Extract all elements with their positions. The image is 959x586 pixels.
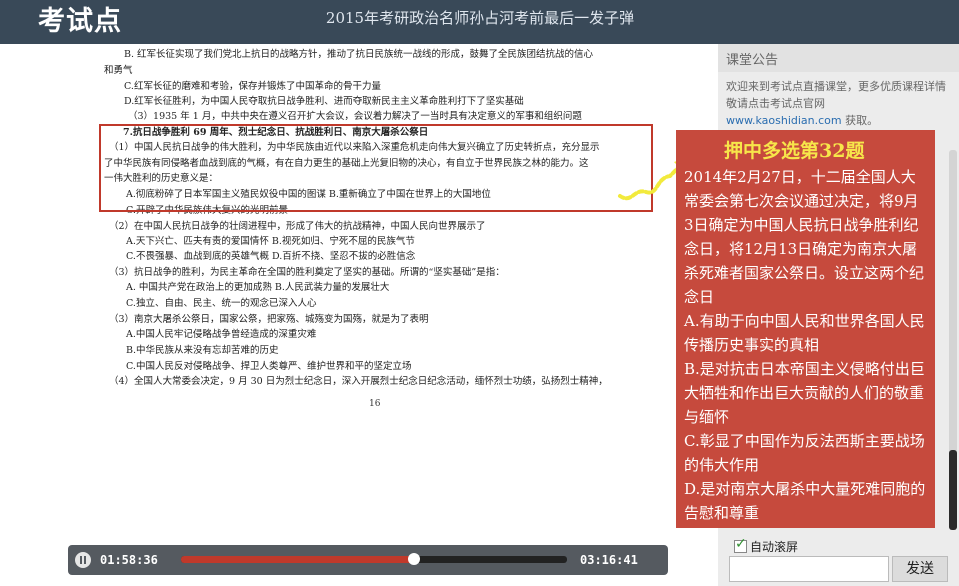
document-line: （4）全国人大常委会决定，9 月 30 日为烈士纪念日，深入开展烈士纪念日纪念活… — [109, 376, 608, 387]
document-line: C.中国人民反对侵略战争、捍卫人类尊严、维护世界和平的坚定立场 — [126, 361, 412, 372]
pause-button[interactable] — [75, 552, 91, 568]
document-line: A. 中国共产党在政治上的更加成熟 B.人民武装力量的发展壮大 — [126, 282, 390, 293]
notice-body: 欢迎来到考试点直播课堂，更多优质课程详情敬请点击考试点官网 — [726, 80, 946, 110]
document-line: （2）在中国人民抗日战争的壮阔进程中，形成了伟大的抗战精神，中国人民向世界展示了 — [109, 221, 486, 232]
callout-option-c: C.彰显了中国作为反法西斯主要战场的伟大作用 — [684, 432, 925, 474]
document-line: （3）1935 年 1 月，中共中央在遵义召开扩大会议，会议着力解决了一当时具有… — [128, 111, 582, 122]
page-title: 2015年考研政治名师孙占河考前最后一发子弹 — [325, 9, 635, 27]
notice-header: 课堂公告 — [718, 44, 959, 72]
logo: 考试点 — [38, 6, 122, 37]
document-line: 和勇气 — [104, 65, 133, 76]
progress-knob[interactable] — [407, 553, 420, 565]
notice-title: 课堂公告 — [726, 53, 779, 68]
document-line: B. 红军长征实现了我们党北上抗日的战略方针，推动了抗日民族统一战线的形成，鼓舞… — [124, 49, 594, 60]
notice-suffix: 获取。 — [841, 114, 879, 127]
document-line: A.中国人民牢记侵略战争曾经造成的深重灾难 — [126, 329, 317, 340]
callout-option-d: D.是对南京大屠杀中大量死难同胞的告慰和尊重 — [684, 480, 926, 522]
autoscroll-label: 自动滚屏 — [750, 540, 799, 554]
current-time: 01:58:36 — [100, 553, 158, 567]
notice-link[interactable]: www.kaoshidian.com — [726, 114, 842, 127]
video-controls: 01:58:36 03:16:41 — [68, 545, 668, 575]
send-button[interactable]: 发送 — [892, 556, 948, 582]
autoscroll-checkbox[interactable]: ✓ — [734, 536, 747, 553]
document-line: （3）抗日战争的胜利，为民主革命在全国的胜利奠定了坚实的基础。所谓的“坚实基础”… — [109, 267, 505, 278]
document-line: C.红军长征的磨难和考验，保存并锻炼了中国革命的骨干力量 — [124, 81, 381, 92]
chat-scrollbar[interactable] — [949, 150, 957, 530]
autoscroll-toggle[interactable]: ✓ 自动滚屏 — [734, 536, 799, 555]
document-line: D.红军长征胜利，为中国人民夺取抗日战争胜利、进而夺取新民主主义革命胜利打下了坚… — [124, 96, 524, 107]
callout-option-a: A.有助于向中国人民和世界各国人民传播历史事实的真相 — [684, 312, 925, 354]
total-time: 03:16:41 — [580, 553, 638, 567]
progress-fill — [181, 556, 414, 563]
document-line: B.中华民族从来没有忘却苦难的历史 — [126, 345, 279, 356]
page-number: 16 — [369, 399, 381, 409]
check-icon: ✓ — [735, 536, 747, 552]
document-line: C.独立、自由、民主、统一的观念已深入人心 — [126, 298, 317, 309]
document-line: C.不畏强暴、血战到底的英雄气概 D.百折不挠、坚忍不拔的必胜信念 — [126, 251, 416, 262]
chat-input[interactable] — [729, 556, 889, 582]
highlight-box — [99, 124, 653, 212]
answer-callout: 押中多选第32题 2014年2月27日，十二届全国人大常委会第七次会议通过决定，… — [676, 130, 935, 528]
progress-bar[interactable] — [181, 553, 567, 565]
callout-title: 押中多选第32题 — [724, 140, 865, 162]
scroll-thumb[interactable] — [949, 450, 957, 530]
document-line: （3）南京大屠杀公祭日，国家公祭，把家殇、城殇变为国殇，就是为了表明 — [109, 314, 429, 325]
notice-text: 欢迎来到考试点直播课堂，更多优质课程详情敬请点击考试点官网 www.kaoshi… — [726, 78, 952, 129]
callout-option-b: B.是对抗击日本帝国主义侵略付出巨大牺牲和作出巨大贡献的人们的敬重与缅怀 — [684, 360, 925, 426]
callout-paragraph: 2014年2月27日，十二届全国人大常委会第七次会议通过决定，将9月3日确定为中… — [684, 168, 925, 306]
document-line: A.天下兴亡、匹夫有责的爱国情怀 B.视死如归、宁死不屈的民族气节 — [126, 236, 415, 247]
top-bar: 考试点 2015年考研政治名师孙占河考前最后一发子弹 — [0, 0, 959, 44]
callout-body: 2014年2月27日，十二届全国人大常委会第七次会议通过决定，将9月3日确定为中… — [684, 165, 928, 525]
